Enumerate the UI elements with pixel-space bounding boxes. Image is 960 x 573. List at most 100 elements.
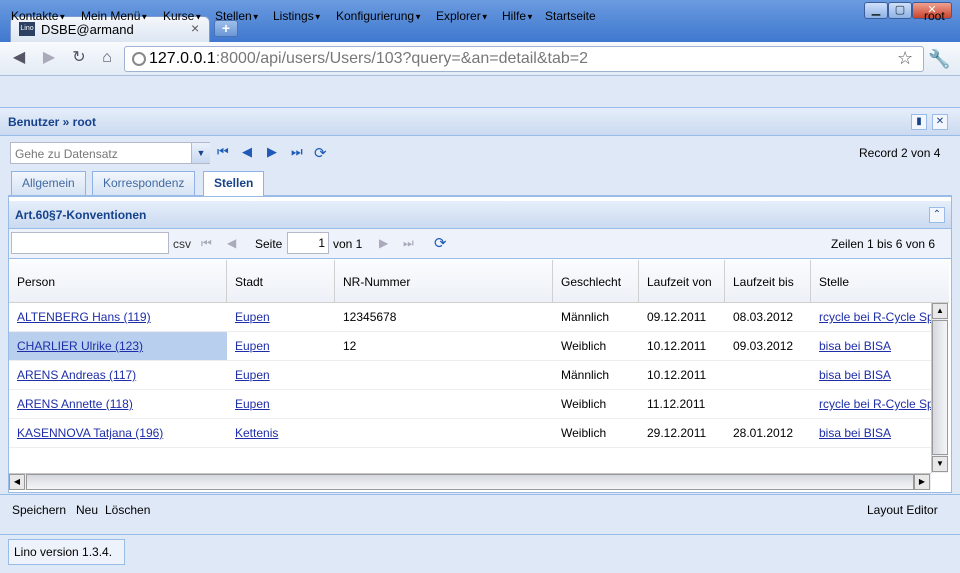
csv-button[interactable]: csv [173, 237, 191, 251]
city-link[interactable]: Eupen [227, 303, 335, 331]
quick-search-input[interactable] [11, 232, 169, 254]
goto-record-combo[interactable]: Gehe zu Datensatz ▼ [10, 142, 210, 164]
job-link[interactable]: rcycle bei R-Cycle Sperrgutsortierzentru… [811, 390, 931, 418]
vertical-scrollbar[interactable]: ▲ ▼ [931, 303, 948, 473]
job-link[interactable]: bisa bei BISA [811, 361, 931, 389]
tab-korrespondenz[interactable]: Korrespondenz [92, 171, 196, 195]
forward-icon[interactable]: ▶ [38, 48, 60, 68]
tab-allgemein[interactable]: Allgemein [11, 171, 86, 195]
prev-page-icon[interactable]: ◀ [227, 236, 236, 250]
menu-stellen[interactable]: Stellen▼ [215, 9, 260, 23]
job-link[interactable]: bisa bei BISA [811, 419, 931, 447]
job-link[interactable]: rcycle bei R-Cycle Sperrgutsortierzentru… [811, 303, 931, 331]
grid-column-headers: Person Stadt NR-Nummer Geschlecht Laufze… [9, 260, 949, 303]
gender-cell: Weiblich [561, 397, 607, 411]
table-row[interactable]: ARENS Annette (118) Eupen Weiblich 11.12… [9, 390, 931, 419]
layout-editor-button[interactable]: Layout Editor [867, 503, 938, 517]
column-header-geschlecht[interactable]: Geschlecht [553, 260, 639, 303]
pin-icon[interactable]: ▮ [911, 114, 927, 130]
person-link[interactable]: ALTENBERG Hans (119) [9, 303, 227, 331]
grid-title: Art.60§7-Konventionen [15, 208, 147, 222]
table-row[interactable]: ALTENBERG Hans (119) Eupen 12345678 Männ… [9, 303, 931, 332]
globe-icon [132, 52, 146, 66]
favicon-icon: Lino [19, 22, 35, 36]
scroll-thumb[interactable] [932, 320, 948, 455]
table-row[interactable]: ARENS Andreas (117) Eupen Männlich 10.12… [9, 361, 931, 390]
start-date-cell: 10.12.2011 [647, 368, 707, 382]
column-header-laufzeit-von[interactable]: Laufzeit von [639, 260, 725, 303]
city-link[interactable]: Kettenis [227, 419, 335, 447]
start-date-cell: 10.12.2011 [647, 339, 707, 353]
column-header-person[interactable]: Person [9, 260, 227, 303]
city-link[interactable]: Eupen [227, 332, 335, 360]
scroll-right-icon[interactable]: ▶ [914, 474, 930, 490]
city-link[interactable]: Eupen [227, 361, 335, 389]
next-record-icon[interactable]: ▶ [267, 144, 277, 160]
refresh-icon[interactable]: ⟳ [314, 144, 327, 162]
column-header-nr-nummer[interactable]: NR-Nummer [335, 260, 553, 303]
scroll-up-icon[interactable]: ▲ [932, 303, 948, 319]
grid-refresh-icon[interactable]: ⟳ [434, 234, 447, 252]
nr-number-cell [335, 361, 553, 389]
table-row[interactable]: CHARLIER Ulrike (123) Eupen 12 Weiblich … [9, 332, 931, 361]
first-record-icon[interactable]: ⏮ [217, 144, 229, 160]
horizontal-scrollbar[interactable]: ◀ ▶ [9, 473, 931, 490]
table-row[interactable]: KASENNOVA Tatjana (196) Kettenis Weiblic… [9, 419, 931, 448]
start-date-cell: 09.12.2011 [647, 310, 707, 324]
back-icon[interactable]: ◀ [8, 48, 30, 68]
first-page-icon[interactable]: ⏮ [201, 236, 212, 251]
version-label: Lino version 1.3.4. [8, 539, 125, 565]
nr-number-cell [335, 390, 553, 418]
wrench-icon[interactable]: 🔧 [928, 49, 950, 70]
scroll-down-icon[interactable]: ▼ [932, 456, 948, 472]
maximize-button[interactable]: ▢ [888, 2, 912, 19]
delete-button[interactable]: Löschen [105, 503, 150, 517]
main-menubar [0, 76, 960, 108]
column-header-stadt[interactable]: Stadt [227, 260, 335, 303]
save-button[interactable]: Speichern [12, 503, 66, 517]
reload-icon[interactable]: ↻ [68, 48, 90, 68]
new-button[interactable]: Neu [76, 503, 98, 517]
record-counter: Record 2 von 4 [859, 146, 941, 160]
address-bar[interactable]: 127.0.0.1:8000/api/users/Users/103?query… [124, 46, 924, 72]
close-icon[interactable]: ✕ [932, 114, 948, 130]
goto-record-input[interactable]: Gehe zu Datensatz [15, 147, 118, 161]
minimize-button[interactable]: ▁ [864, 2, 888, 19]
nr-number-cell: 12 [343, 339, 357, 353]
status-bar [0, 534, 960, 573]
menu-hilfe[interactable]: Hilfe▼ [502, 9, 534, 23]
gender-cell: Männlich [561, 368, 610, 382]
chevron-down-icon[interactable]: ▼ [191, 143, 210, 163]
person-link[interactable]: ARENS Annette (118) [9, 390, 227, 418]
end-date-cell: 28.01.2012 [733, 426, 794, 440]
menu-kontakte[interactable]: Kontakte▼ [11, 9, 66, 23]
bookmark-star-icon[interactable]: ☆ [897, 48, 913, 69]
next-page-icon[interactable]: ▶ [379, 236, 388, 250]
page-label: Seite [255, 237, 283, 251]
tab-stellen[interactable]: Stellen [203, 171, 265, 197]
person-link[interactable]: ARENS Andreas (117) [9, 361, 227, 389]
start-date-cell: 29.12.2011 [647, 426, 707, 440]
collapse-icon[interactable]: ⌃ [929, 207, 945, 223]
last-record-icon[interactable]: ⏭ [291, 144, 303, 160]
person-link[interactable]: CHARLIER Ulrike (123) [9, 332, 227, 360]
column-header-laufzeit-bis[interactable]: Laufzeit bis [725, 260, 811, 303]
menu-kurse[interactable]: Kurse▼ [163, 9, 202, 23]
person-link[interactable]: KASENNOVA Tatjana (196) [9, 419, 227, 447]
end-date-cell: 08.03.2012 [733, 310, 794, 324]
menu-listings[interactable]: Listings▼ [273, 9, 322, 23]
menu-mein-menu[interactable]: Mein Menü▼ [81, 9, 148, 23]
city-link[interactable]: Eupen [227, 390, 335, 418]
menu-konfigurierung[interactable]: Konfigurierung▼ [336, 9, 422, 23]
menu-explorer[interactable]: Explorer▼ [436, 9, 489, 23]
scroll-left-icon[interactable]: ◀ [9, 474, 25, 490]
home-icon[interactable]: ⌂ [96, 48, 118, 68]
last-page-icon[interactable]: ⏭ [403, 236, 414, 251]
prev-record-icon[interactable]: ◀ [242, 144, 252, 160]
job-link[interactable]: bisa bei BISA [811, 332, 931, 360]
hscroll-thumb[interactable] [26, 474, 914, 490]
column-header-stelle[interactable]: Stelle [811, 260, 949, 303]
menu-startseite[interactable]: Startseite [545, 9, 596, 23]
page-number-input[interactable]: 1 [287, 232, 329, 254]
gender-cell: Weiblich [561, 339, 607, 353]
